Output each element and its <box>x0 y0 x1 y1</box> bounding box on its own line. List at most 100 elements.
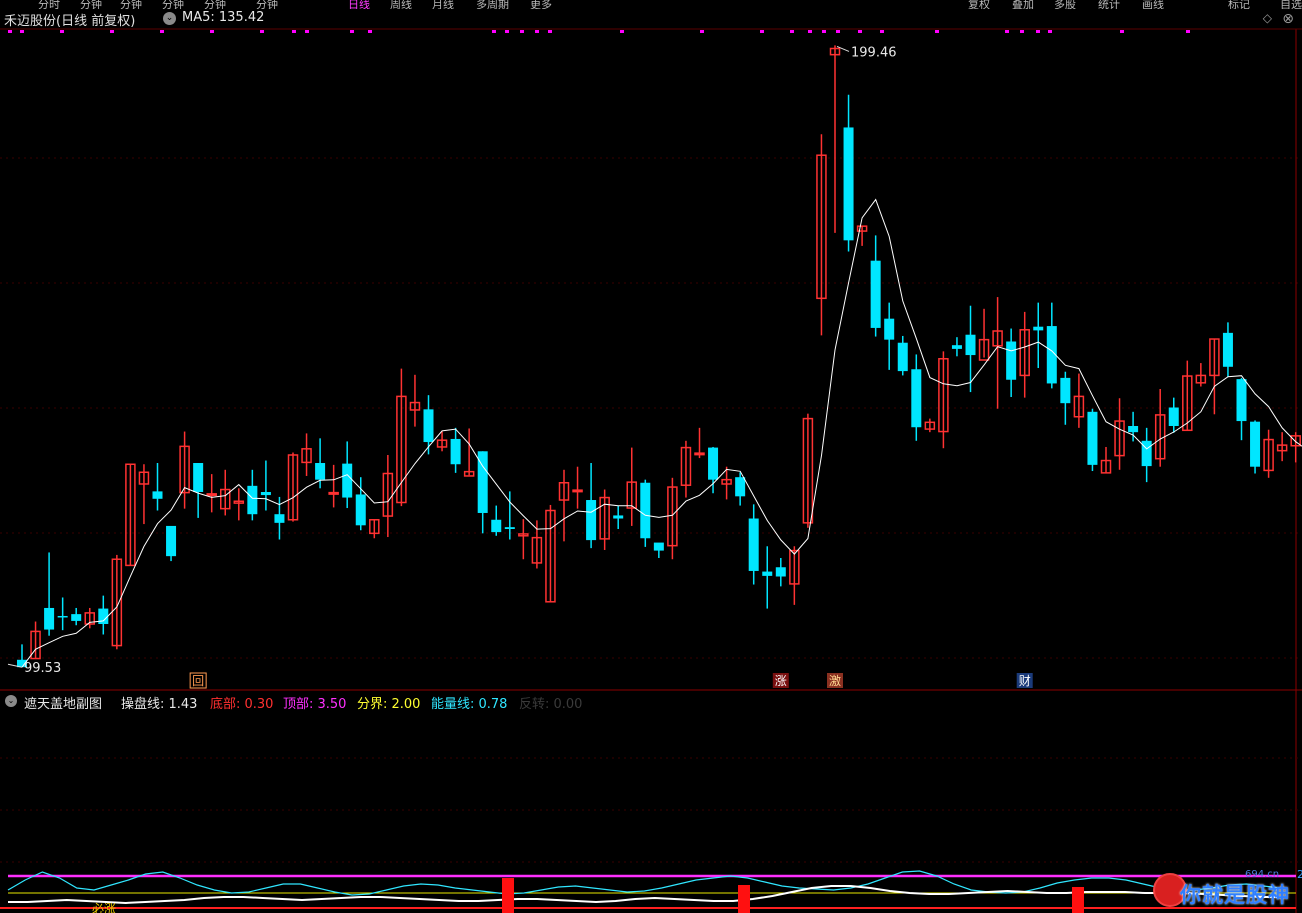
candle-body <box>843 127 854 241</box>
signal-dot <box>260 30 264 33</box>
candle-body <box>735 477 746 497</box>
sub-indicator-value: 能量线: 0.78 <box>431 697 508 712</box>
candle-body <box>44 607 55 630</box>
candle-body <box>911 369 922 428</box>
candle-body <box>166 525 177 557</box>
watermark: 你就是股神 694.cn <box>1153 869 1302 913</box>
candle-body <box>193 463 204 492</box>
reversal-bar <box>1072 887 1084 913</box>
signal-dot <box>520 30 524 33</box>
candle-body <box>1060 377 1071 404</box>
event-tag-label: 涨 <box>775 673 787 688</box>
ma5-line <box>21 198 1302 668</box>
candle-body <box>423 409 434 443</box>
sub-chart-name: 遮天盖地副图 <box>24 697 103 712</box>
signal-dot <box>505 30 509 33</box>
signal-dot <box>548 30 552 33</box>
event-tag-label: 财 <box>1019 674 1031 688</box>
signal-dot <box>822 30 826 33</box>
candle-body <box>748 518 759 571</box>
operating-line <box>8 885 1282 905</box>
signal-dot <box>700 30 704 33</box>
candle-body <box>57 615 68 618</box>
candle-body <box>613 515 624 519</box>
candle-body <box>1236 379 1247 422</box>
candle-body <box>206 493 217 497</box>
candle-body <box>1168 407 1179 426</box>
candle-body <box>653 542 664 551</box>
candle-body <box>870 260 881 328</box>
sub-indicator-value: 顶部: 3.50 <box>283 697 347 712</box>
watermark-text: 你就是股神 <box>1180 883 1290 907</box>
sub-chart-title-bar: ⌄ 遮天盖地副图 操盘线: 1.43 底部: 0.30 顶部: 3.50 分界: 2.… <box>0 691 1302 712</box>
sub-indicator-value: 底部: 0.30 <box>210 697 274 712</box>
reversal-bar <box>502 878 514 913</box>
signal-dot <box>60 30 64 33</box>
signal-dot <box>1036 30 1040 33</box>
candle-body <box>315 463 326 480</box>
signal-dot <box>292 30 296 33</box>
candle-body <box>355 494 366 526</box>
sub-indicator-value: 反转: 0.00 <box>519 697 583 712</box>
candle-body <box>762 571 773 576</box>
candle-body <box>450 438 461 465</box>
event-tag-label: 回 <box>192 674 204 688</box>
candle-body <box>694 452 705 456</box>
signal-dot <box>1120 30 1124 33</box>
candle-body <box>897 342 908 372</box>
candle-body <box>586 500 597 541</box>
candle-body <box>328 491 339 495</box>
signal-dot <box>210 30 214 33</box>
candle-body <box>1033 326 1044 331</box>
candle-body <box>491 519 502 533</box>
candle-body <box>884 318 895 340</box>
candle-body <box>775 567 786 577</box>
candle-body <box>342 463 353 498</box>
signal-dot <box>836 30 840 33</box>
signal-dot <box>880 30 884 33</box>
signal-dot <box>760 30 764 33</box>
candle-body <box>260 492 271 496</box>
signal-dot <box>1020 30 1024 33</box>
candle-body <box>708 447 719 480</box>
chevron-down-icon[interactable]: ⌄ <box>5 695 17 707</box>
candle-body <box>1128 426 1139 433</box>
low-price-label: 99.53 <box>24 661 61 676</box>
signal-dot <box>790 30 794 33</box>
candle-body <box>1006 341 1017 380</box>
signal-dot <box>535 30 539 33</box>
bottom-signal-label: 必涨 <box>92 901 116 913</box>
watermark-url: 694.cn <box>1245 869 1280 880</box>
candle-body <box>504 527 515 530</box>
candle-body <box>1250 421 1261 467</box>
candle-body <box>152 491 163 499</box>
signal-dot <box>1048 30 1052 33</box>
candle-body <box>1087 411 1098 465</box>
signal-dot <box>110 30 114 33</box>
candle-body <box>71 614 82 621</box>
candle-body <box>951 345 962 349</box>
event-tag-label: 激 <box>829 674 841 688</box>
candle-body <box>274 514 285 523</box>
signal-dot <box>160 30 164 33</box>
candle-body <box>1222 332 1233 367</box>
signal-dot <box>350 30 354 33</box>
candle-body <box>572 489 583 493</box>
signal-dot <box>935 30 939 33</box>
candle-body <box>247 485 258 515</box>
signal-dot <box>8 30 12 33</box>
signal-dot <box>1005 30 1009 33</box>
signal-dot <box>858 30 862 33</box>
high-price-label: 199.46 <box>851 45 897 60</box>
candle-body <box>965 334 976 356</box>
kline-chart[interactable]: 199.4699.53回涨激财必涨2 <box>0 0 1302 913</box>
signal-dot <box>305 30 309 33</box>
signal-dot <box>1186 30 1190 33</box>
signal-dot <box>808 30 812 33</box>
signal-dot <box>368 30 372 33</box>
signal-dot <box>492 30 496 33</box>
signal-dot <box>20 30 24 33</box>
candle-body <box>640 482 651 539</box>
reversal-bar <box>738 885 750 913</box>
sub-indicator-value: 操盘线: 1.43 <box>121 697 198 712</box>
